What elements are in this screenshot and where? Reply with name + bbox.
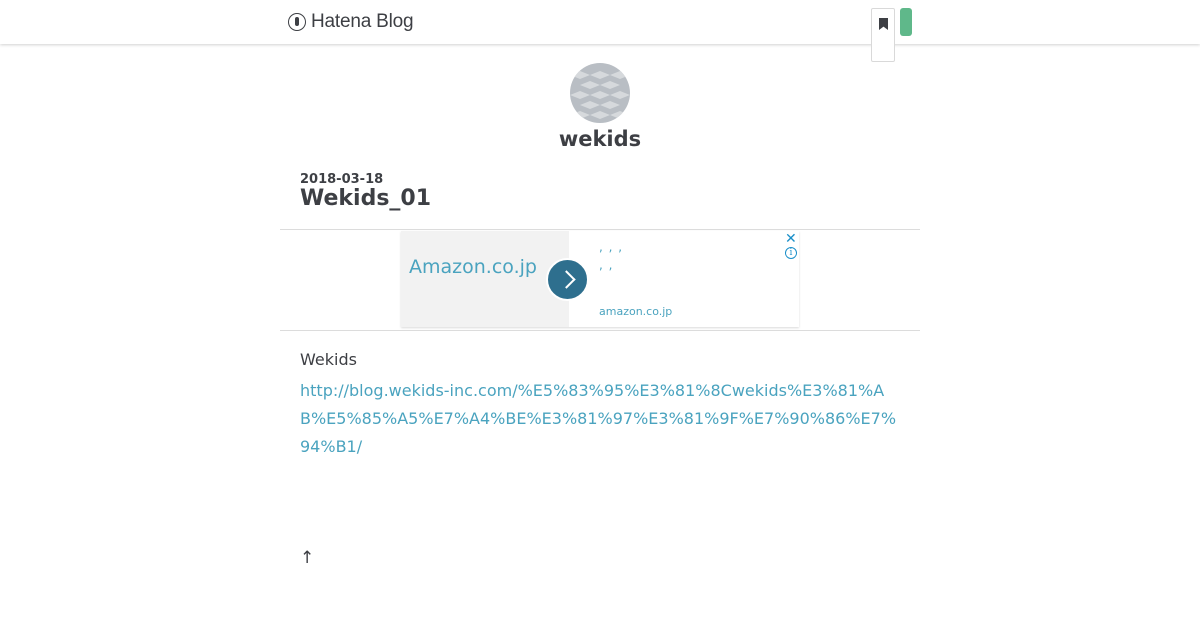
ad-text-line-1[interactable]: , , , bbox=[599, 240, 623, 254]
blog-avatar[interactable] bbox=[570, 63, 630, 123]
ad-banner[interactable]: Amazon.co.jp , , , , , amazon.co.jp ✕ i bbox=[401, 231, 799, 327]
entry-title[interactable]: Wekids_01 bbox=[300, 186, 431, 211]
bookmark-icon bbox=[879, 18, 888, 30]
top-bar: Hatena Blog bbox=[0, 0, 1200, 44]
bookmark-button[interactable] bbox=[871, 8, 895, 62]
entry-date[interactable]: 2018-03-18 bbox=[300, 172, 383, 187]
back-to-top-arrow-icon[interactable]: ↑ bbox=[300, 548, 314, 568]
ad-info-icon[interactable]: i bbox=[785, 247, 797, 259]
avatar-pattern-icon bbox=[570, 63, 630, 123]
entry-body-text: Wekids bbox=[300, 350, 357, 369]
menu-toggle-button[interactable] bbox=[900, 8, 912, 36]
ad-close-icon[interactable]: ✕ bbox=[785, 231, 797, 247]
ad-brand-panel[interactable]: Amazon.co.jp bbox=[401, 231, 569, 327]
entry-body-link[interactable]: http://blog.wekids-inc.com/%E5%83%95%E3%… bbox=[300, 377, 900, 461]
ad-chevron-right-icon[interactable] bbox=[546, 258, 589, 301]
hatena-logo-icon bbox=[288, 13, 306, 31]
divider-top bbox=[280, 229, 920, 230]
divider-bottom bbox=[280, 330, 920, 331]
ad-brand-text[interactable]: Amazon.co.jp bbox=[409, 256, 537, 278]
hatena-blog-logo[interactable]: Hatena Blog bbox=[288, 11, 414, 33]
ad-domain[interactable]: amazon.co.jp bbox=[599, 305, 672, 318]
ad-text-line-2[interactable]: , , bbox=[599, 258, 613, 272]
logo-text: Hatena Blog bbox=[311, 11, 414, 32]
blog-title[interactable]: wekids bbox=[0, 127, 1200, 151]
